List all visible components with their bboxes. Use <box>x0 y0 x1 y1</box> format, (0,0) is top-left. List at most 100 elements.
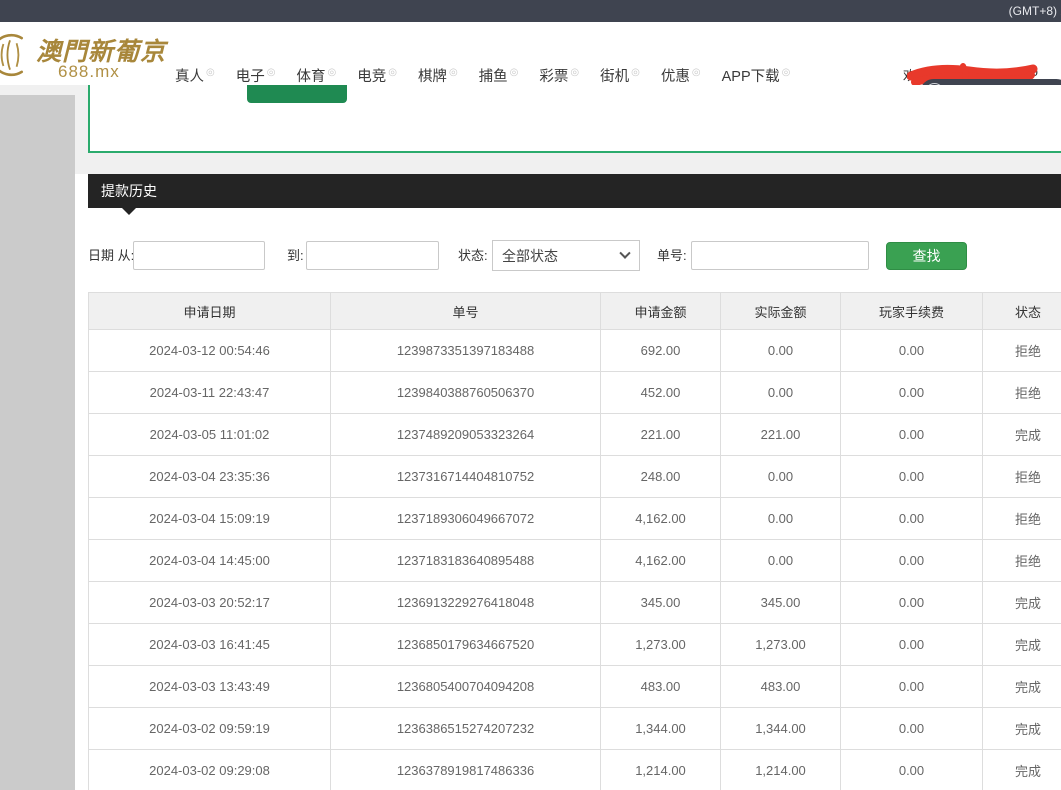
data-cell: 345.00 <box>601 582 721 624</box>
table-row: 2024-03-04 14:45:0012371831836408954884,… <box>89 540 1061 582</box>
nav-item-label: 捕鱼 <box>479 69 508 85</box>
nav-badge-icon: ◎ <box>631 67 640 78</box>
nav-item-3[interactable]: 电竞◎ <box>357 65 397 86</box>
nav-badge-icon: ◎ <box>692 67 701 78</box>
data-cell: 221.00 <box>601 414 721 456</box>
data-cell: 1236386515274207232 <box>331 708 601 750</box>
nav-item-9[interactable]: APP下载◎ <box>722 65 791 86</box>
left-background-gutter <box>0 95 75 790</box>
data-cell: 1236913229276418048 <box>331 582 601 624</box>
data-cell: 2024-03-03 20:52:17 <box>89 582 331 624</box>
status-cell: 拒绝 <box>983 540 1061 582</box>
nav-badge-icon: ◎ <box>449 67 458 78</box>
order-number-label: 单号: <box>657 240 687 271</box>
nav-item-label: 街机 <box>600 69 629 85</box>
nav-badge-icon: ◎ <box>267 67 276 78</box>
data-cell: 1239873351397183488 <box>331 330 601 372</box>
date-to-label: 到: <box>287 240 304 271</box>
data-cell: 0.00 <box>841 624 983 666</box>
data-cell: 2024-03-12 00:54:46 <box>89 330 331 372</box>
data-cell: 2024-03-02 09:59:19 <box>89 708 331 750</box>
status-cell: 完成 <box>983 750 1061 790</box>
nav-item-4[interactable]: 棋牌◎ <box>418 65 458 86</box>
search-button[interactable]: 查找 <box>886 242 967 270</box>
section-pointer-triangle <box>122 208 136 215</box>
column-header: 状态 <box>983 293 1061 330</box>
data-cell: 1,344.00 <box>721 708 841 750</box>
logo-domain: 688.mx <box>58 62 120 82</box>
data-cell: 0.00 <box>841 456 983 498</box>
data-cell: 2024-03-04 14:45:00 <box>89 540 331 582</box>
status-cell: 完成 <box>983 624 1061 666</box>
data-cell: 1,273.00 <box>601 624 721 666</box>
nav-item-label: APP下载 <box>722 69 780 85</box>
data-cell: 4,162.00 <box>601 540 721 582</box>
column-header: 申请金额 <box>601 293 721 330</box>
site-logo[interactable]: 澳門新葡京 688.mx <box>0 24 170 84</box>
data-cell: 1236378919817486336 <box>331 750 601 790</box>
order-number-input[interactable] <box>691 241 869 270</box>
data-cell: 1239840388760506370 <box>331 372 601 414</box>
data-cell: 1236850179634667520 <box>331 624 601 666</box>
status-cell: 完成 <box>983 582 1061 624</box>
data-cell: 2024-03-04 23:35:36 <box>89 456 331 498</box>
status-select[interactable]: 全部状态 <box>492 240 640 271</box>
data-cell: 0.00 <box>721 540 841 582</box>
data-cell: 0.00 <box>721 456 841 498</box>
status-cell: 拒绝 <box>983 498 1061 540</box>
date-to-input[interactable] <box>306 241 439 270</box>
data-cell: 4,162.00 <box>601 498 721 540</box>
page: (GMT+8) 2 澳門新葡京 688.mx 真人◎电子◎体育◎电竞◎棋牌◎捕鱼… <box>0 0 1061 790</box>
status-cell: 完成 <box>983 708 1061 750</box>
data-cell: 0.00 <box>841 540 983 582</box>
table-row: 2024-03-11 22:43:47123984038876050637045… <box>89 372 1061 414</box>
nav-badge-icon: ◎ <box>206 67 215 78</box>
status-label: 状态: <box>458 240 488 271</box>
data-cell: 2024-03-03 13:43:49 <box>89 666 331 708</box>
data-cell: 1,214.00 <box>601 750 721 790</box>
data-cell: 248.00 <box>601 456 721 498</box>
nav-item-1[interactable]: 电子◎ <box>236 65 276 86</box>
nav-item-5[interactable]: 捕鱼◎ <box>479 65 519 86</box>
nav-item-label: 真人 <box>175 69 204 85</box>
data-cell: 0.00 <box>841 582 983 624</box>
data-cell: 0.00 <box>841 498 983 540</box>
table-row: 2024-03-02 09:59:1912363865152742072321,… <box>89 708 1061 750</box>
nav-item-6[interactable]: 彩票◎ <box>539 65 579 86</box>
data-cell: 0.00 <box>841 414 983 456</box>
data-cell: 1236805400704094208 <box>331 666 601 708</box>
data-cell: 2024-03-04 15:09:19 <box>89 498 331 540</box>
data-cell: 1237183183640895488 <box>331 540 601 582</box>
data-cell: 0.00 <box>721 372 841 414</box>
nav-item-2[interactable]: 体育◎ <box>296 65 336 86</box>
data-cell: 0.00 <box>841 750 983 790</box>
data-cell: 345.00 <box>721 582 841 624</box>
withdraw-history-table: 申请日期单号申请金额实际金额玩家手续费状态 2024-03-12 00:54:4… <box>88 292 1061 790</box>
date-from-input[interactable] <box>133 241 265 270</box>
section-title-bar: 提款历史 <box>88 174 1061 208</box>
nav-badge-icon: ◎ <box>388 67 397 78</box>
nav-item-label: 棋牌 <box>418 69 447 85</box>
column-header: 单号 <box>331 293 601 330</box>
nav-item-8[interactable]: 优惠◎ <box>661 65 701 86</box>
data-cell: 221.00 <box>721 414 841 456</box>
data-cell: 2024-03-02 09:29:08 <box>89 750 331 790</box>
data-cell: 0.00 <box>721 330 841 372</box>
data-cell: 1,214.00 <box>721 750 841 790</box>
chevron-down-icon <box>619 247 630 258</box>
nav-item-label: 电子 <box>236 69 265 85</box>
data-cell: 0.00 <box>841 708 983 750</box>
table-row: 2024-03-12 00:54:46123987335139718348869… <box>89 330 1061 372</box>
nav-item-0[interactable]: 真人◎ <box>175 65 215 86</box>
logo-flower-icon <box>0 26 32 84</box>
data-cell: 452.00 <box>601 372 721 414</box>
data-cell: 483.00 <box>601 666 721 708</box>
status-cell: 拒绝 <box>983 372 1061 414</box>
site-header: 澳門新葡京 688.mx 真人◎电子◎体育◎电竞◎棋牌◎捕鱼◎彩票◎街机◎优惠◎… <box>0 22 1061 85</box>
table-row: 2024-03-03 20:52:17123691322927641804834… <box>89 582 1061 624</box>
withdraw-submit-button[interactable] <box>247 85 347 103</box>
nav-item-7[interactable]: 街机◎ <box>600 65 640 86</box>
nav-item-label: 体育 <box>296 69 325 85</box>
data-cell: 1,344.00 <box>601 708 721 750</box>
data-cell: 0.00 <box>841 330 983 372</box>
